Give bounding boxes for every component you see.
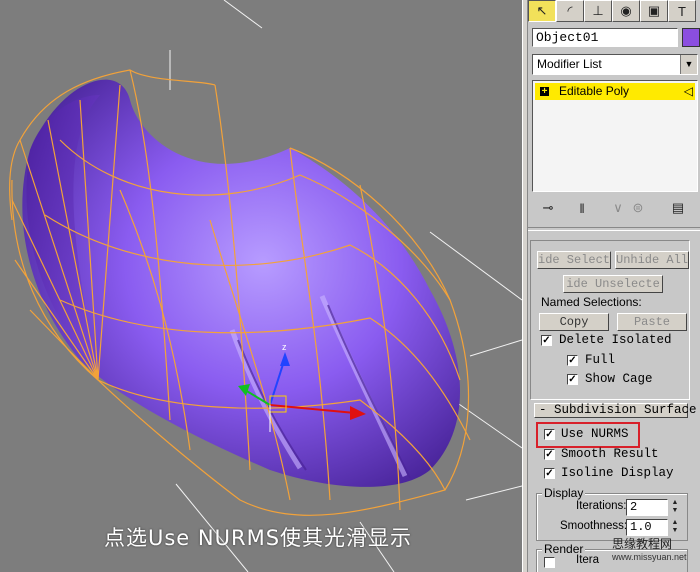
watermark-line1: 思缘教程网: [612, 537, 673, 551]
create-icon[interactable]: ↖: [528, 0, 556, 22]
hide-unselected-button[interactable]: ide Unselecte: [563, 275, 663, 293]
modify-icon[interactable]: ◜: [556, 0, 584, 22]
command-panel-tabs: ↖ ◜ ⊥ ◉ ▣ T: [528, 0, 700, 24]
display-icon[interactable]: ▣: [640, 0, 668, 22]
hide-selected-button[interactable]: ide Selecte: [537, 251, 611, 269]
make-unique-icon[interactable]: ∨: [608, 198, 628, 218]
command-panel: ↖ ◜ ⊥ ◉ ▣ T Object01 Modifier List ▼ + E…: [528, 0, 700, 572]
remove-modifier-icon[interactable]: ⊜: [628, 198, 648, 218]
watermark: 思缘教程网 www.missyuan.net: [612, 538, 700, 572]
paste-button[interactable]: Paste: [617, 313, 687, 331]
object-color-swatch[interactable]: [682, 28, 700, 47]
smooth-result-checkbox[interactable]: ✓: [544, 449, 555, 460]
copy-button[interactable]: Copy: [539, 313, 609, 331]
full-checkbox[interactable]: ✓: [567, 355, 578, 366]
chevron-down-icon[interactable]: ▼: [680, 55, 697, 74]
pin-stack-icon[interactable]: ⊸: [538, 198, 558, 218]
hierarchy-icon[interactable]: ⊥: [584, 0, 612, 22]
configure-modifier-sets-icon[interactable]: ▤: [668, 198, 688, 218]
full-label: Full: [585, 353, 616, 367]
viewport-caption: 点选Use NURMS使其光滑显示: [104, 526, 413, 550]
iterations-spinner-arrows-icon[interactable]: ▲ ▼: [670, 499, 680, 516]
modifier-list-value: Modifier List: [537, 57, 602, 71]
smooth-result-label: Smooth Result: [561, 447, 659, 461]
modifier-stack[interactable]: + Editable Poly ◁: [532, 80, 698, 192]
use-nurms-label: Use NURMS: [561, 427, 629, 441]
subobject-triangle-icon: ◁: [683, 84, 693, 98]
render-iterations-checkbox[interactable]: [544, 557, 555, 568]
iterations-label: Iterations:: [576, 500, 627, 512]
use-nurms-checkbox[interactable]: ✓: [544, 429, 555, 440]
motion-icon[interactable]: ◉: [612, 0, 640, 22]
subdivision-surface-title: Subdivision Surface: [554, 403, 697, 417]
stack-item-editable-poly[interactable]: + Editable Poly ◁: [535, 83, 695, 100]
perspective-viewport[interactable]: z 点选Use NURMS使其光滑显示: [0, 0, 522, 572]
show-cage-label: Show Cage: [585, 372, 653, 386]
stack-item-label: Editable Poly: [559, 84, 630, 98]
delete-isolated-label: Delete Isolated: [559, 333, 672, 347]
isoline-display-label: Isoline Display: [561, 466, 674, 480]
smoothness-spinner[interactable]: 1.0: [626, 519, 668, 536]
selection-rollout: ide Selecte Unhide All ide Unselecte Nam…: [530, 240, 690, 400]
svg-text:z: z: [282, 342, 287, 352]
expand-icon[interactable]: +: [540, 87, 549, 97]
iterations-spinner[interactable]: 2: [626, 499, 668, 516]
utilities-icon[interactable]: T: [668, 0, 696, 22]
smoothness-label: Smoothness:: [560, 520, 628, 532]
render-iterations-label: Itera: [576, 554, 600, 566]
stack-buttons: ⊸ ‖ ∨ ⊜ ▤: [528, 198, 700, 220]
unhide-all-button[interactable]: Unhide All: [615, 251, 689, 269]
smoothness-spinner-arrows-icon[interactable]: ▲ ▼: [670, 519, 680, 536]
modifier-list-dropdown[interactable]: Modifier List ▼: [532, 54, 698, 75]
isoline-display-checkbox[interactable]: ✓: [544, 468, 555, 479]
subdivision-surface-rollout-title[interactable]: - Subdivision Surface: [534, 403, 697, 418]
watermark-line2: www.missyuan.net: [612, 552, 687, 562]
mesh-render: z: [9, 0, 522, 572]
object-name-field[interactable]: Object01: [532, 28, 678, 47]
panel-divider: [528, 227, 700, 231]
named-selections-label: Named Selections:: [541, 295, 642, 309]
display-group-title: Display: [542, 486, 586, 500]
delete-isolated-checkbox[interactable]: ✓: [541, 335, 552, 346]
show-end-result-icon[interactable]: ‖: [572, 198, 592, 218]
show-cage-checkbox[interactable]: ✓: [567, 374, 578, 385]
